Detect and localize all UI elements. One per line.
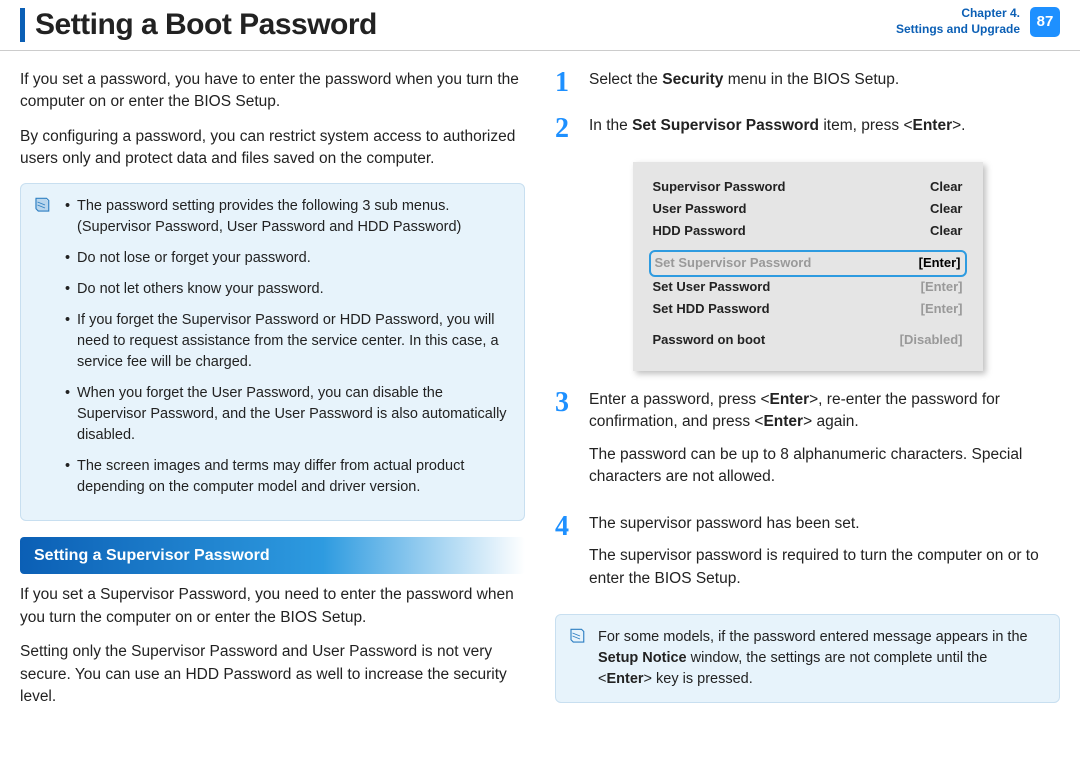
bios-set-section: Set Supervisor Password [Enter] Set User … [653,250,963,319]
t-bold: Enter [763,413,803,430]
bios-label: User Password [653,200,747,219]
t: Enter a password, press < [589,391,770,408]
t-bold: Enter [913,117,953,134]
supervisor-p1: If you set a Supervisor Password, you ne… [20,584,525,629]
bios-value: [Enter] [919,254,961,273]
bios-value: [Enter] [921,300,963,319]
bios-screenshot: Supervisor Password Clear User Password Cl… [633,162,983,371]
section-header: Setting a Supervisor Password [20,537,525,574]
step-2: 2 In the Set Supervisor Password item, p… [555,115,1060,147]
page-title: Setting a Boot Password [35,8,377,42]
step4-text-a: The supervisor password has been set. [589,513,1060,535]
bios-row: Password on boot [Disabled] [653,331,963,350]
note-item: The password setting provides the follow… [65,196,510,238]
title-wrap: Setting a Boot Password [20,8,377,42]
step-4: 4 The supervisor password has been set. … [555,513,1060,600]
note-item: Do not lose or forget your password. [65,248,510,269]
step-number: 4 [555,513,579,600]
chapter-line1: Chapter 4. [961,6,1020,20]
right-column: 1 Select the Security menu in the BIOS S… [555,69,1060,721]
step-number: 2 [555,115,579,147]
bios-row: Set HDD Password [Enter] [653,300,963,319]
bios-value: [Enter] [921,278,963,297]
step-body: The supervisor password has been set. Th… [589,513,1060,600]
content-columns: If you set a password, you have to enter… [0,69,1080,721]
bios-value: [Disabled] [900,331,963,350]
t: For some models, if the password entered… [598,629,1028,645]
chapter-line2: Settings and Upgrade [896,22,1020,36]
t-bold: Enter [770,391,810,408]
note-icon [568,627,586,652]
step2-text: In the Set Supervisor Password item, pre… [589,115,1060,137]
step-number: 3 [555,389,579,499]
note-item: If you forget the Supervisor Password or… [65,310,510,373]
bios-row: Set User Password [Enter] [653,278,963,297]
bios-label: Password on boot [653,331,766,350]
t: >. [952,117,965,134]
bios-value: Clear [930,200,963,219]
step-number: 1 [555,69,579,101]
step1-text: Select the Security menu in the BIOS Set… [589,69,1060,91]
note-item: Do not let others know your password. [65,279,510,300]
bios-row: User Password Clear [653,200,963,219]
step-3: 3 Enter a password, press <Enter>, re-en… [555,389,1060,499]
t-bold: Security [662,71,723,88]
t: In the [589,117,632,134]
note-item: When you forget the User Password, you c… [65,383,510,446]
t: item, press < [819,117,912,134]
note-icon [33,196,51,221]
header-right: Chapter 4. Settings and Upgrade 87 [896,6,1060,37]
t: Select the [589,71,662,88]
page-header: Setting a Boot Password Chapter 4. Setti… [0,0,1080,42]
bios-row: HDD Password Clear [653,222,963,241]
supervisor-p2: Setting only the Supervisor Password and… [20,641,525,708]
page-number-badge: 87 [1030,7,1060,37]
bios-label: Set Supervisor Password [655,254,812,273]
intro-p1: If you set a password, you have to enter… [20,69,525,114]
bios-label: Set HDD Password [653,300,770,319]
step3-text-a: Enter a password, press <Enter>, re-ente… [589,389,1060,434]
step3-text-b: The password can be up to 8 alphanumeric… [589,444,1060,489]
step-body: In the Set Supervisor Password item, pre… [589,115,1060,147]
t-bold: Enter [606,671,643,687]
bios-status-section: Supervisor Password Clear User Password Cl… [653,178,963,241]
bios-label: HDD Password [653,222,746,241]
note-list: The password setting provides the follow… [35,196,510,498]
bios-value: Clear [930,222,963,241]
step-1: 1 Select the Security menu in the BIOS S… [555,69,1060,101]
header-divider [0,50,1080,51]
step-body: Enter a password, press <Enter>, re-ente… [589,389,1060,499]
chapter-info: Chapter 4. Settings and Upgrade [896,6,1020,37]
t-bold: Setup Notice [598,650,687,666]
bios-label: Set User Password [653,278,771,297]
step-body: Select the Security menu in the BIOS Set… [589,69,1060,101]
t: > again. [803,413,859,430]
step4-text-b: The supervisor password is required to t… [589,545,1060,590]
bios-row: Supervisor Password Clear [653,178,963,197]
note-box: The password setting provides the follow… [20,183,525,521]
bios-row-highlighted: Set Supervisor Password [Enter] [649,250,967,277]
intro-p2: By configuring a password, you can restr… [20,126,525,171]
t: menu in the BIOS Setup. [723,71,899,88]
note-item: The screen images and terms may differ f… [65,456,510,498]
note-box-bottom: For some models, if the password entered… [555,614,1060,703]
t-bold: Set Supervisor Password [632,117,819,134]
t: > key is pressed. [644,671,753,687]
bios-label: Supervisor Password [653,178,786,197]
left-column: If you set a password, you have to enter… [20,69,525,721]
bios-value: Clear [930,178,963,197]
